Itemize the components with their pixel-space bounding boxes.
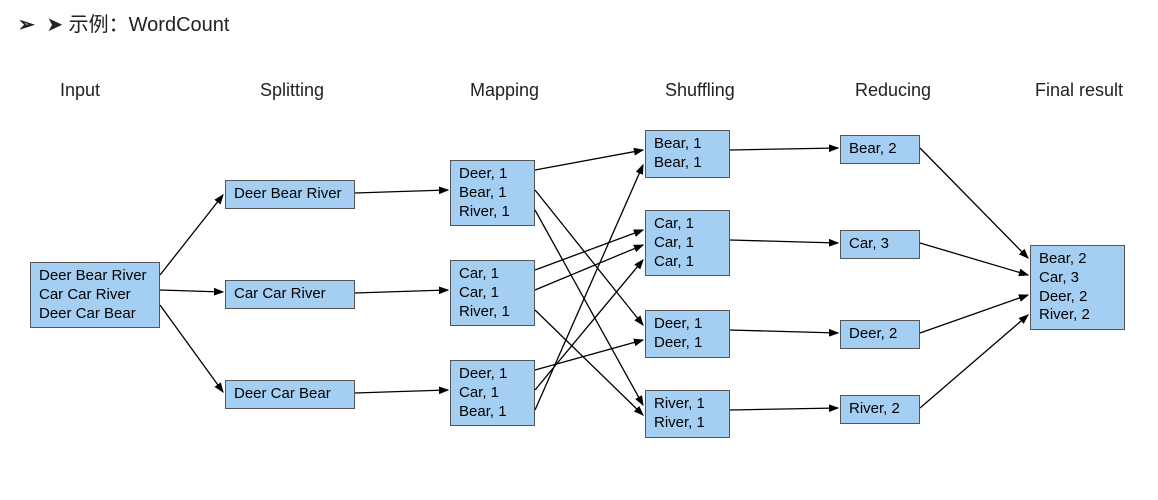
node-input: Deer Bear River Car Car River Deer Car B… <box>30 262 160 328</box>
stage-splitting: Splitting <box>260 80 324 101</box>
map-line: Car, 1 <box>459 265 526 284</box>
stage-shuffling: Shuffling <box>665 80 735 101</box>
node-final: Bear, 2 Car, 3 Deer, 2 River, 2 <box>1030 245 1125 330</box>
stage-mapping: Mapping <box>470 80 539 101</box>
split-text: Deer Bear River <box>234 185 342 202</box>
shuffle-line: River, 1 <box>654 414 721 433</box>
node-map-1: Deer, 1 Bear, 1 River, 1 <box>450 160 535 226</box>
node-map-3: Deer, 1 Car, 1 Bear, 1 <box>450 360 535 426</box>
node-split-3: Deer Car Bear <box>225 380 355 409</box>
shuffle-line: Car, 1 <box>654 253 721 272</box>
node-shuffle-2: Car, 1 Car, 1 Car, 1 <box>645 210 730 276</box>
map-line: River, 1 <box>459 303 526 322</box>
stage-final: Final result <box>1035 80 1123 101</box>
node-reduce-3: Deer, 2 <box>840 320 920 349</box>
title-prefix: ➤ 示例： <box>46 14 128 36</box>
node-reduce-4: River, 2 <box>840 395 920 424</box>
node-map-2: Car, 1 Car, 1 River, 1 <box>450 260 535 326</box>
node-shuffle-4: River, 1 River, 1 <box>645 390 730 438</box>
map-line: Bear, 1 <box>459 403 526 422</box>
shuffle-line: Deer, 1 <box>654 334 721 353</box>
node-split-1: Deer Bear River <box>225 180 355 209</box>
map-line: Deer, 1 <box>459 365 526 384</box>
shuffle-line: Deer, 1 <box>654 315 721 334</box>
shuffle-line: Bear, 1 <box>654 135 721 154</box>
shuffle-line: River, 1 <box>654 395 721 414</box>
final-line: Bear, 2 <box>1039 250 1116 269</box>
final-line: River, 2 <box>1039 306 1116 325</box>
input-line: Deer Car Bear <box>39 305 151 324</box>
reduce-text: Deer, 2 <box>849 325 897 342</box>
node-reduce-1: Bear, 2 <box>840 135 920 164</box>
map-line: Deer, 1 <box>459 165 526 184</box>
node-reduce-2: Car, 3 <box>840 230 920 259</box>
final-line: Car, 3 <box>1039 269 1116 288</box>
split-text: Car Car River <box>234 285 326 302</box>
stage-input: Input <box>60 80 100 101</box>
node-shuffle-1: Bear, 1 Bear, 1 <box>645 130 730 178</box>
title-word: WordCount <box>129 14 230 36</box>
reduce-text: Car, 3 <box>849 235 889 252</box>
chevron-icon: ➢ <box>18 14 35 36</box>
reduce-text: River, 2 <box>849 400 900 417</box>
split-text: Deer Car Bear <box>234 385 331 402</box>
node-split-2: Car Car River <box>225 280 355 309</box>
input-line: Car Car River <box>39 286 151 305</box>
stage-reducing: Reducing <box>855 80 931 101</box>
map-line: Car, 1 <box>459 384 526 403</box>
map-line: Car, 1 <box>459 284 526 303</box>
map-line: River, 1 <box>459 203 526 222</box>
shuffle-line: Car, 1 <box>654 215 721 234</box>
page-title: ➢ ➤ 示例：WordCount <box>18 8 229 37</box>
shuffle-line: Car, 1 <box>654 234 721 253</box>
node-shuffle-3: Deer, 1 Deer, 1 <box>645 310 730 358</box>
map-line: Bear, 1 <box>459 184 526 203</box>
arrows-layer <box>0 0 1158 500</box>
reduce-text: Bear, 2 <box>849 140 897 157</box>
input-line: Deer Bear River <box>39 267 151 286</box>
final-line: Deer, 2 <box>1039 288 1116 307</box>
shuffle-line: Bear, 1 <box>654 154 721 173</box>
